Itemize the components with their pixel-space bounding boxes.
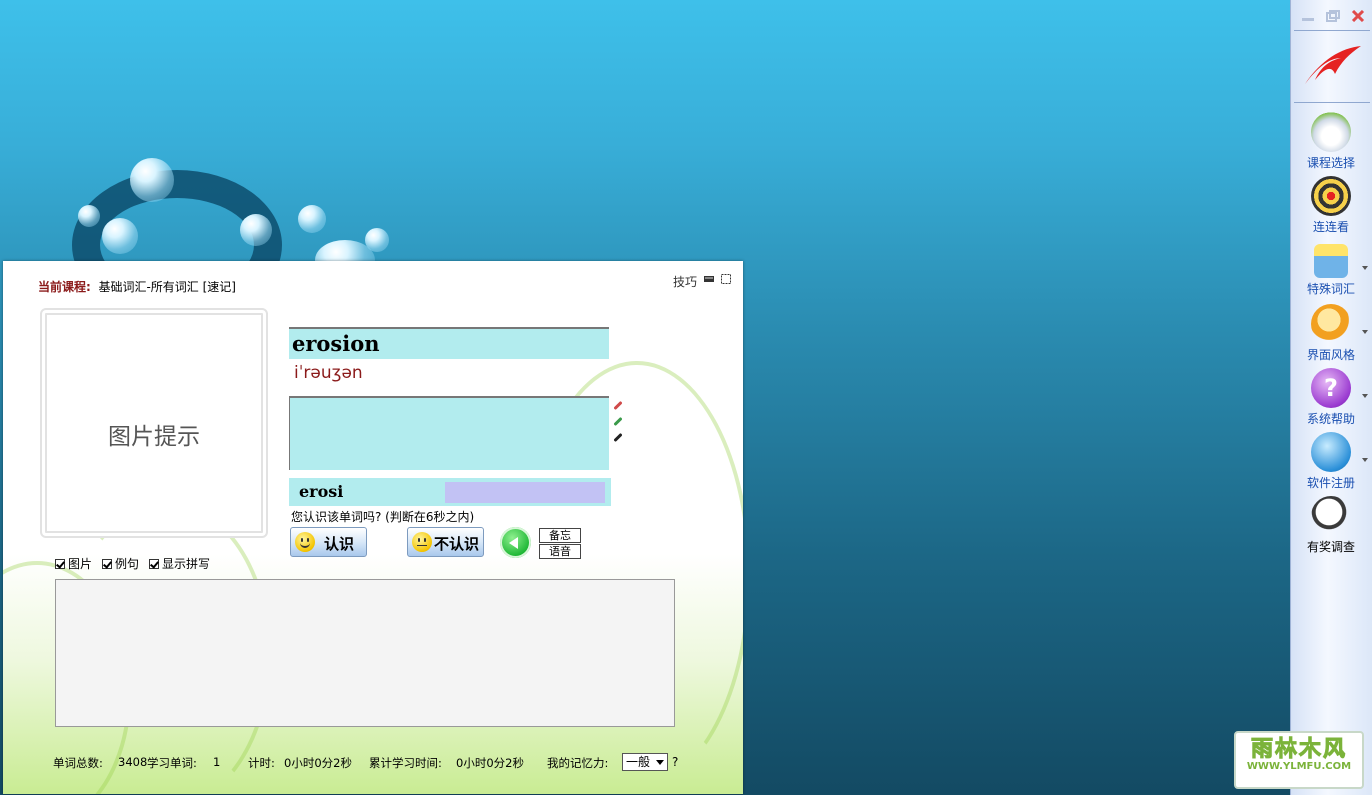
option-checkboxes: 图片 例句 显示拼写 (55, 555, 210, 572)
sidebar-item-course-select[interactable]: 课程选择 (1291, 112, 1371, 171)
close-icon[interactable] (1351, 10, 1365, 22)
book-plant-icon (1311, 112, 1351, 152)
checkbox-picture[interactable]: 图片 (55, 555, 92, 572)
tips-link[interactable]: 技巧 (673, 273, 697, 290)
watermark-logo: 雨林木风 WWW.YLMFU.COM (1234, 731, 1364, 789)
globe-icon (1311, 432, 1351, 472)
chevron-down-icon (656, 760, 664, 765)
minimize-icon[interactable] (704, 274, 714, 284)
sidebar: 课程选择 连连看 特殊词汇 界面风格 ? 系统帮助 软件注册 有奖调查 (1290, 0, 1372, 795)
definition-box (289, 396, 609, 470)
dont-know-button-label: 不认识 (434, 535, 480, 553)
current-course: 当前课程: 基础词汇-所有词汇 [速记] (38, 278, 236, 295)
main-window: 当前课程: 基础词汇-所有词汇 [速记] 技巧 图片提示 erosion iˈr… (3, 261, 743, 794)
sidebar-item-label: 课程选择 (1306, 156, 1355, 170)
bubble (102, 218, 138, 254)
timer-label: 计时: (248, 756, 275, 770)
sidebar-item-label: 特殊词汇 (1306, 282, 1355, 296)
magnifier-tree-icon (1311, 304, 1351, 344)
dropdown-arrow-icon (1362, 394, 1368, 398)
course-value: 基础词汇-所有词汇 [速记] (98, 280, 236, 294)
watermark-url: WWW.YLMFU.COM (1246, 761, 1352, 772)
timer-value: 0小时0分2秒 (284, 756, 352, 770)
sidebar-item-label: 系统帮助 (1306, 412, 1355, 426)
memory-select-value: 一般 (626, 755, 651, 769)
spelling-field[interactable]: erosi (289, 478, 611, 506)
studied-value: 1 (213, 755, 221, 769)
checkbox-icon (149, 558, 160, 569)
checkbox-show-spelling[interactable]: 显示拼写 (149, 555, 210, 572)
sidebar-item-theme[interactable]: 界面风格 (1291, 304, 1371, 363)
sidebar-item-label: 连连看 (1312, 220, 1349, 234)
checkbox-icon (55, 558, 65, 569)
minimize-icon[interactable] (1301, 10, 1315, 22)
cumulative-value: 0小时0分2秒 (456, 756, 524, 770)
total-words-value: 3408 (118, 755, 148, 769)
bubble (240, 214, 272, 246)
sidebar-item-label: 软件注册 (1306, 476, 1355, 490)
voice-button[interactable]: 语音 (539, 544, 581, 559)
help-icon: ? (1311, 368, 1351, 408)
studied-label: 学习单词: (147, 756, 197, 770)
restore-icon[interactable] (1326, 10, 1340, 22)
example-sentence-panel (55, 579, 675, 727)
smile-icon (295, 532, 315, 552)
memo-button[interactable]: 备忘 (539, 528, 581, 543)
dropdown-arrow-icon (1362, 458, 1368, 462)
sidebar-item-survey[interactable]: 有奖调查 (1291, 496, 1371, 555)
question-text: 您认识该单词吗? (判断在6秒之内) (291, 510, 475, 524)
app-logo (1305, 46, 1361, 84)
checkbox-label: 显示拼写 (162, 557, 211, 571)
checkbox-label: 图片 (68, 557, 93, 571)
dont-know-button[interactable]: 不认识 (407, 527, 484, 557)
sidebar-item-label: 界面风格 (1306, 348, 1355, 362)
memory-select[interactable]: 一般 (622, 753, 668, 771)
sidebar-item-register[interactable]: 软件注册 (1291, 432, 1371, 491)
spelling-text: erosi (299, 482, 344, 501)
word-display: erosion (289, 327, 609, 359)
spelling-remaining-bar (445, 482, 605, 503)
know-button-label: 认识 (324, 535, 355, 553)
bubble (298, 205, 326, 233)
memory-help[interactable]: ? (672, 755, 678, 769)
dartboard-icon (1311, 176, 1351, 216)
cumulative-label: 累计学习时间: (369, 756, 442, 770)
bubble (130, 158, 174, 202)
bubble (78, 205, 100, 227)
know-button[interactable]: 认识 (290, 527, 367, 557)
picture-hint-text: 图片提示 (108, 424, 200, 450)
memory-label: 我的记忆力: (547, 756, 609, 770)
dropdown-arrow-icon (1362, 330, 1368, 334)
checkbox-label: 例句 (115, 557, 140, 571)
checkbox-example[interactable]: 例句 (102, 555, 139, 572)
total-words-label: 单词总数: (53, 756, 103, 770)
sidebar-item-special-words[interactable]: 特殊词汇 (1291, 240, 1371, 297)
basket-icon (1314, 244, 1348, 278)
maximize-icon[interactable] (721, 274, 731, 284)
dropdown-arrow-icon (1362, 266, 1368, 270)
search-icon (1311, 496, 1351, 536)
checkbox-icon (102, 558, 113, 569)
sidebar-item-match-game[interactable]: 连连看 (1291, 176, 1371, 235)
sidebar-item-label: 有奖调查 (1306, 540, 1355, 554)
picture-hint-panel: 图片提示 (40, 308, 268, 538)
course-label: 当前课程: (38, 280, 91, 294)
sidebar-item-help[interactable]: ? 系统帮助 (1291, 368, 1371, 427)
speaker-icon[interactable] (500, 527, 531, 558)
confused-face-icon (412, 532, 432, 552)
phonetic-text: iˈrəuʒən (294, 363, 363, 383)
